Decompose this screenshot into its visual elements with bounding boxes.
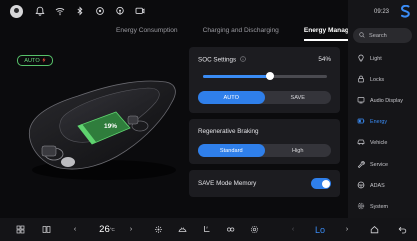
- split-screen-icon[interactable]: [38, 218, 54, 241]
- bell-icon[interactable]: [35, 6, 45, 16]
- climate-settings-icon[interactable]: [246, 218, 262, 241]
- windshield-defrost-icon[interactable]: [174, 218, 190, 241]
- temp-decrease-button[interactable]: ‹: [68, 218, 82, 241]
- sidebar-item-label: Light: [370, 55, 382, 62]
- sidebar-item-service[interactable]: Service: [348, 154, 417, 175]
- regen-high-button[interactable]: High: [265, 144, 332, 157]
- soc-mode-auto-button[interactable]: AUTO: [198, 91, 265, 104]
- airflow-mode-icon[interactable]: [222, 218, 238, 241]
- screen-cast-icon[interactable]: [135, 6, 145, 16]
- sidebar-item-label: Vehicle: [370, 140, 388, 147]
- search-input[interactable]: Search: [353, 28, 412, 43]
- fan-increase-button[interactable]: ›: [340, 218, 354, 241]
- adas-icon: [357, 181, 365, 191]
- soc-settings-panel: SOC Settings 54% AUTO SAVE: [189, 47, 340, 113]
- tab-energy-consumption[interactable]: Energy Consumption: [116, 27, 178, 41]
- fan-icon[interactable]: [150, 218, 166, 241]
- soc-value: 54%: [318, 56, 331, 63]
- soc-slider-thumb[interactable]: [265, 72, 274, 80]
- temperature-value: 26: [99, 224, 110, 235]
- soc-mode-selector: AUTO SAVE: [198, 91, 331, 104]
- sidebar-item-label: System: [370, 203, 388, 210]
- location-icon[interactable]: [95, 6, 105, 16]
- auto-mode-badge: AUTO: [17, 55, 53, 66]
- back-icon[interactable]: [394, 218, 410, 241]
- regenerative-braking-panel: Regenerative Braking Standard High: [189, 119, 340, 164]
- tab-charging-discharging[interactable]: Charging and Discharging: [203, 27, 279, 41]
- soc-mode-save-button[interactable]: SAVE: [265, 91, 332, 104]
- sidebar-item-label: Service: [370, 161, 388, 168]
- bottom-dock: ‹ 26 °C › ‹ Lo ›: [0, 218, 417, 241]
- sidebar-item-light[interactable]: Light: [348, 48, 417, 69]
- light-icon: [357, 54, 365, 64]
- vehicle-illustration: 19%: [28, 80, 176, 180]
- brand-logo-icon: [400, 5, 410, 18]
- hotspot-icon[interactable]: [115, 6, 125, 16]
- wifi-icon[interactable]: [55, 6, 65, 16]
- app-grid-icon[interactable]: [12, 218, 28, 241]
- audio-display-icon: [357, 96, 365, 106]
- clock: 09:23: [374, 9, 390, 15]
- home-icon[interactable]: [366, 218, 382, 241]
- sidebar-item-vehicle[interactable]: Vehicle: [348, 133, 417, 154]
- sidebar-item-energy[interactable]: Energy: [348, 112, 417, 133]
- search-icon: [359, 31, 365, 40]
- bluetooth-icon[interactable]: [75, 6, 85, 16]
- wrench-icon: [357, 160, 365, 170]
- soc-settings-title: SOC Settings: [198, 56, 237, 64]
- battery-icon: [357, 117, 365, 127]
- sidebar-item-adas[interactable]: ADAS: [348, 175, 417, 196]
- sidebar-nav: Light Locks Audio Display Energy Vehicle…: [348, 48, 417, 218]
- tab-bar: Energy Consumption Charging and Discharg…: [116, 27, 380, 41]
- save-mode-memory-title: SAVE Mode Memory: [198, 180, 257, 187]
- temperature-display: 26 °C: [94, 218, 120, 241]
- regen-standard-button[interactable]: Standard: [198, 144, 265, 157]
- sidebar-item-system[interactable]: System: [348, 196, 417, 217]
- sidebar-item-label: ADAS: [370, 182, 385, 189]
- save-mode-memory-toggle[interactable]: [311, 178, 331, 189]
- temp-increase-button[interactable]: ›: [124, 218, 138, 241]
- car-icon: [357, 138, 365, 148]
- settings-sidebar: 09:23 Search Light Locks Audio Display E…: [348, 0, 417, 218]
- sidebar-item-audio-display[interactable]: Audio Display: [348, 90, 417, 111]
- sidebar-item-locks[interactable]: Locks: [348, 69, 417, 90]
- sidebar-item-label: Locks: [370, 76, 385, 83]
- sidebar-item-label: Energy: [370, 119, 388, 126]
- info-icon[interactable]: [240, 56, 246, 64]
- lock-icon: [357, 75, 365, 85]
- soc-slider[interactable]: [203, 72, 327, 80]
- regen-level-selector: Standard High: [198, 144, 331, 157]
- temperature-unit: °C: [109, 227, 115, 232]
- lightning-icon: [42, 56, 46, 65]
- sidebar-item-label: Audio Display: [370, 97, 403, 104]
- avatar[interactable]: [10, 4, 23, 18]
- battery-percent-label: 19%: [104, 123, 117, 130]
- soc-slider-fill: [203, 75, 270, 78]
- regenerative-braking-title: Regenerative Braking: [198, 128, 259, 135]
- status-bar: [0, 0, 348, 22]
- search-placeholder: Search: [369, 32, 387, 39]
- fan-decrease-button[interactable]: ‹: [286, 218, 300, 241]
- gear-icon: [357, 202, 365, 212]
- seat-heat-icon[interactable]: [198, 218, 214, 241]
- save-mode-memory-panel: SAVE Mode Memory: [189, 170, 340, 197]
- auto-mode-label: AUTO: [24, 57, 40, 64]
- fan-speed-value: Lo: [314, 224, 325, 235]
